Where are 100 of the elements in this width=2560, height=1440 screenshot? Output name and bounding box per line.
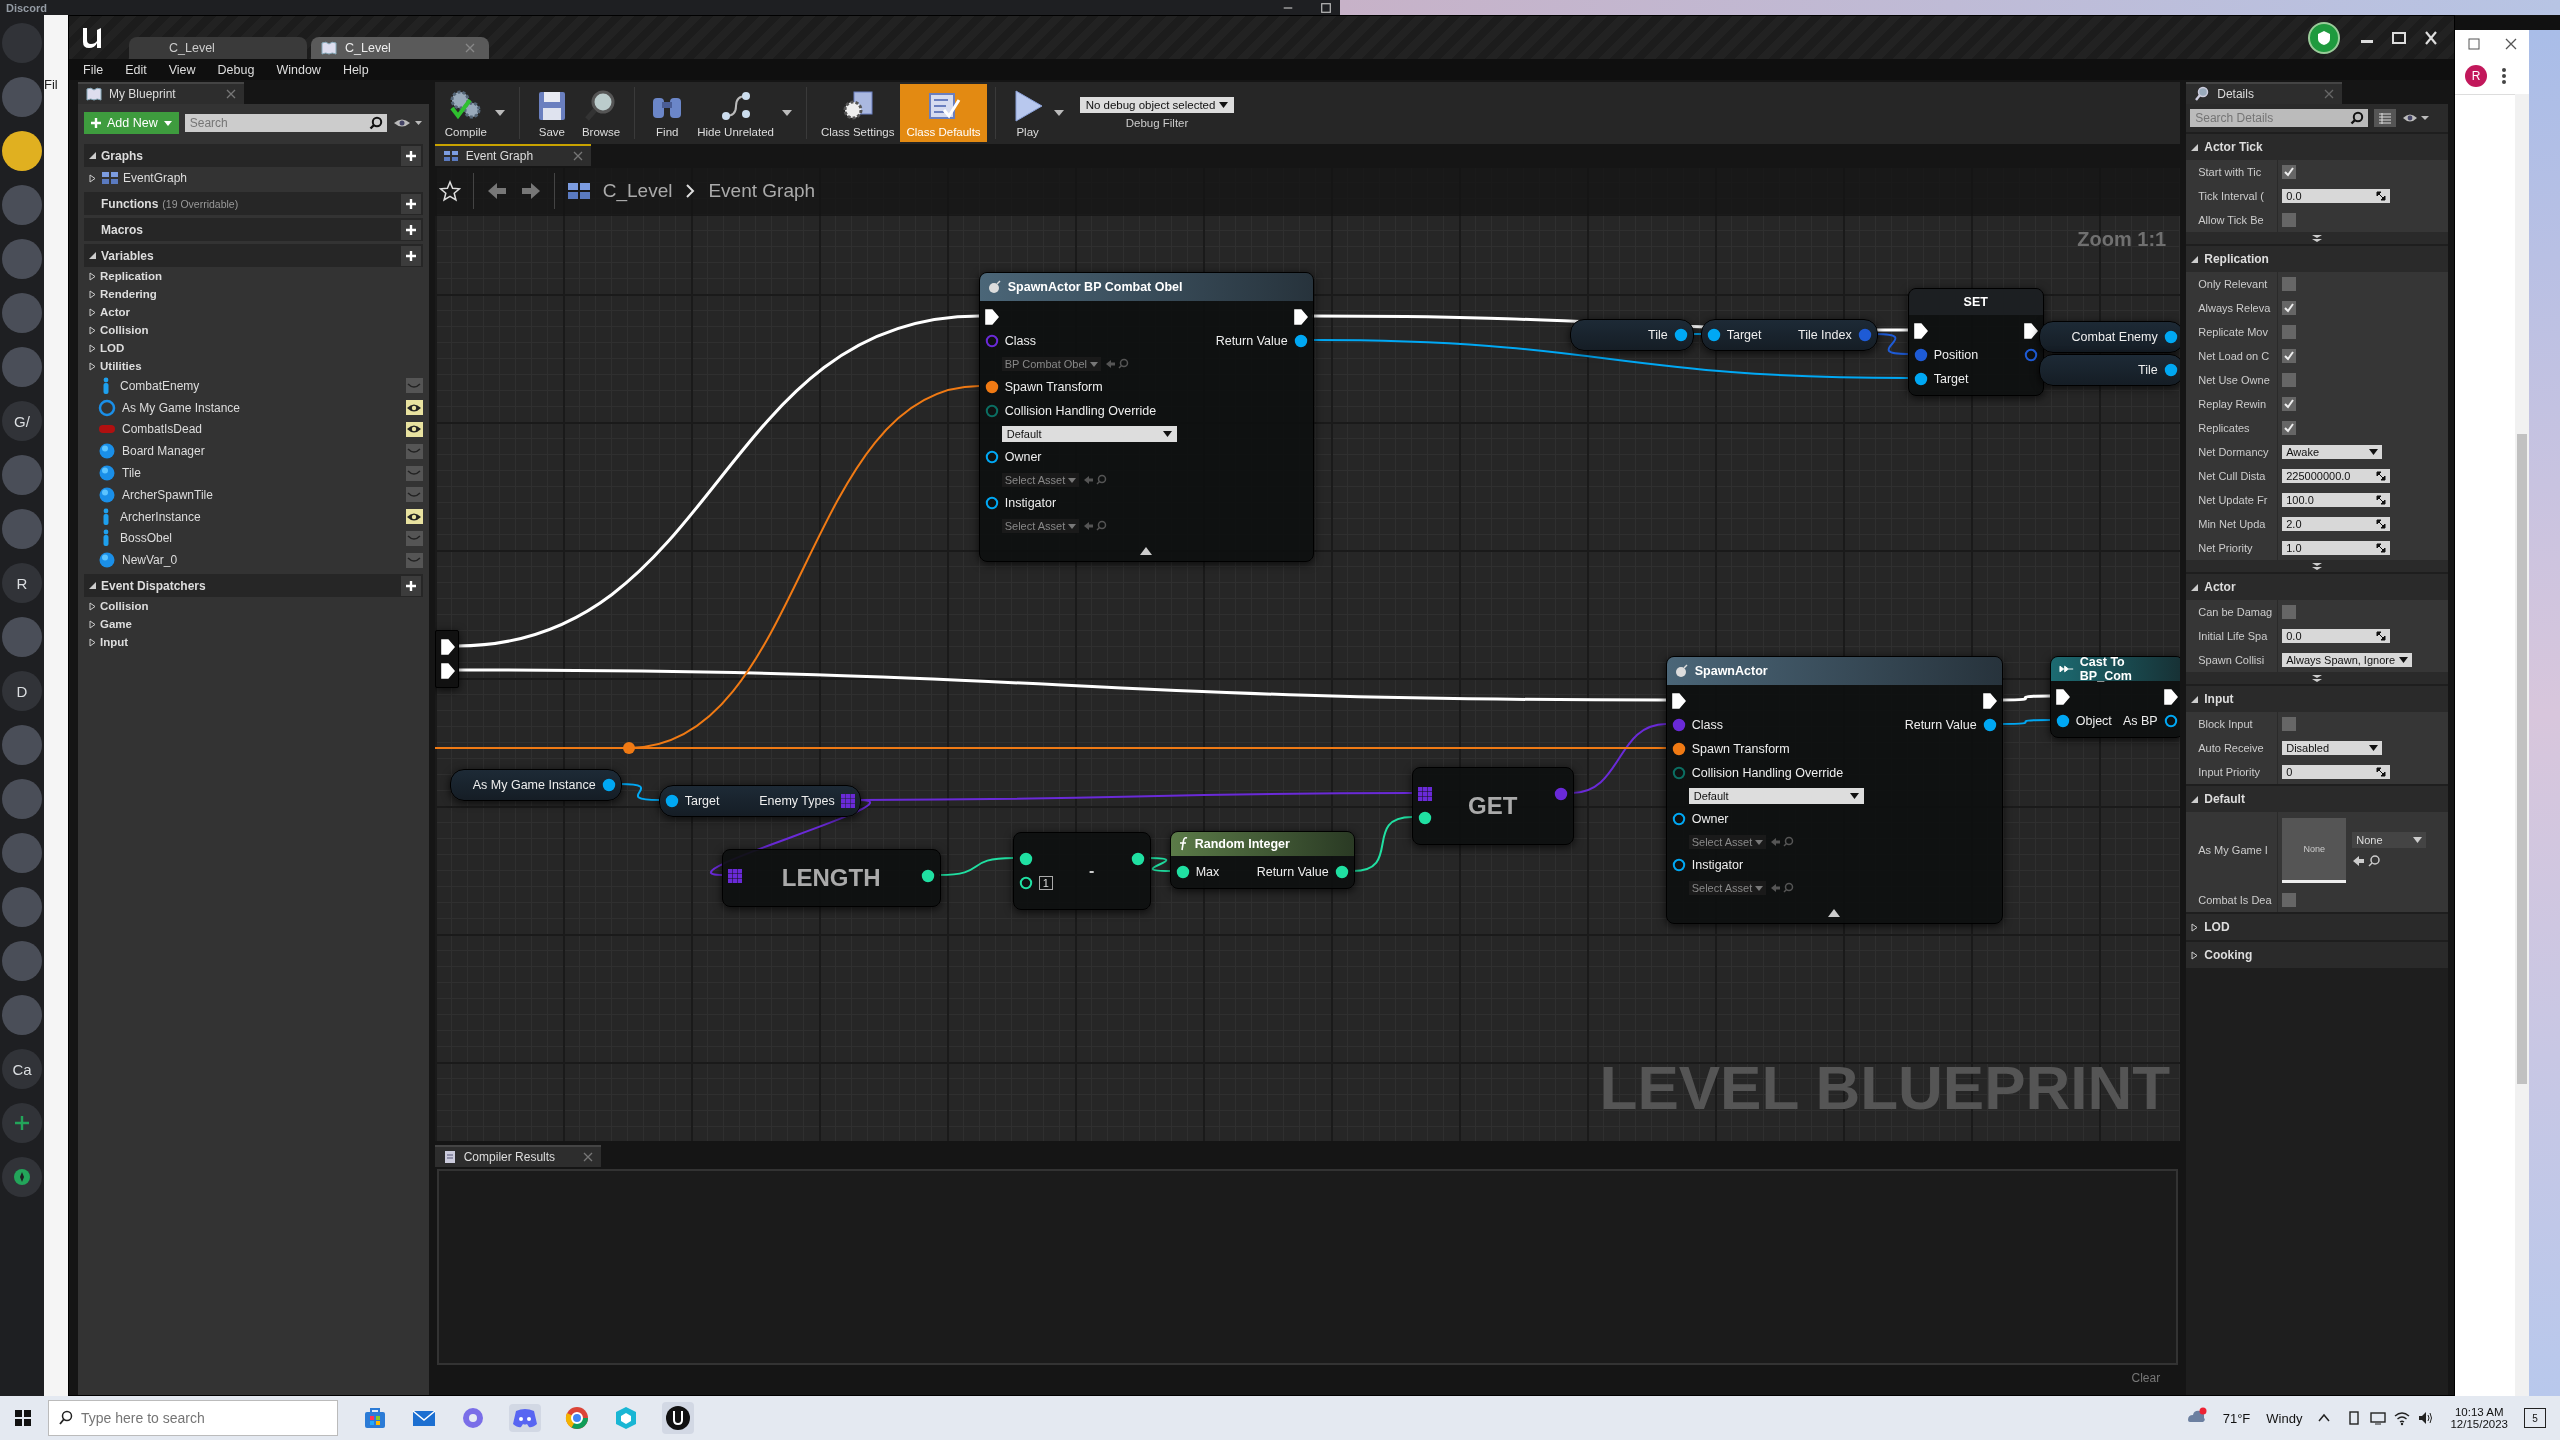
pin-icon[interactable] [1706,328,1721,342]
pin-icon[interactable] [1334,865,1349,879]
pin-icon[interactable] [1293,334,1308,348]
search-field[interactable]: Search Details [2190,109,2369,127]
category-item[interactable]: Actor [84,303,423,321]
pin-icon[interactable] [920,869,935,883]
section-header[interactable]: Replication [2186,246,2448,272]
server-icon[interactable]: Ca [2,1049,42,1089]
pin-icon[interactable] [1913,372,1928,386]
add-icon[interactable] [400,245,421,266]
category-item[interactable]: Rendering [84,285,423,303]
toolbar-button[interactable]: Find [643,84,692,142]
exec-pin-icon[interactable] [984,309,999,325]
close-icon[interactable] [2422,30,2440,45]
category-item[interactable]: Replication [84,267,423,285]
checkbox[interactable] [2282,893,2297,907]
checkbox[interactable] [2282,165,2297,179]
menu-item[interactable]: Debug [217,62,255,77]
pin-icon[interactable] [1417,811,1432,825]
pin-icon[interactable] [1018,876,1033,890]
checkbox[interactable] [2282,213,2297,227]
clear-button[interactable]: Clear [2125,1370,2167,1386]
add-icon[interactable] [400,219,421,240]
pin-icon[interactable] [984,496,999,510]
checkbox[interactable] [2282,277,2297,291]
dropdown[interactable]: Default [1688,788,1864,804]
checkbox[interactable] [2282,301,2297,315]
eye-icon[interactable] [405,422,423,437]
server-icon[interactable] [2,131,42,171]
dropdown[interactable]: Disabled [2282,741,2383,755]
pin-icon[interactable] [2163,363,2178,377]
profile-avatar[interactable]: R [2465,65,2487,87]
menu-item[interactable]: Edit [125,62,147,77]
pin-icon[interactable] [1671,742,1686,756]
section-header[interactable]: Event Dispatchers [84,574,423,598]
checkbox[interactable] [2282,325,2297,339]
asset-picker[interactable]: Select Asset [1001,519,1080,533]
number-field[interactable]: 225000000.0 [2282,469,2391,483]
checkbox[interactable] [2282,717,2297,731]
pin-icon[interactable] [1671,858,1686,872]
store-icon[interactable] [362,1405,388,1431]
exec-pin-icon[interactable] [2163,689,2178,705]
exec-pin-icon[interactable] [440,663,455,679]
number-field[interactable]: 100.0 [2282,493,2391,507]
pin-icon[interactable] [664,794,679,808]
pin-icon[interactable] [2055,714,2070,728]
exec-pin-icon[interactable] [2055,689,2070,705]
compass-icon[interactable] [2,1157,42,1197]
section-header[interactable]: Actor [2186,574,2448,600]
exec-pin-icon[interactable] [1293,309,1308,325]
number-field[interactable]: 0.0 [2282,629,2391,643]
variable-item[interactable]: Board Manager [84,440,423,463]
checkbox[interactable] [2282,373,2297,387]
checkbox[interactable] [2282,605,2297,619]
category-item[interactable]: LOD [84,339,423,357]
breadcrumb-link[interactable]: C_Level [602,180,673,202]
forward-arrow-icon[interactable] [519,180,542,202]
section-header[interactable]: Graphs [84,144,423,167]
section-header[interactable]: Functions (19 Overridable) [84,192,423,215]
pin-icon[interactable] [1018,852,1033,866]
shield-icon[interactable] [2308,21,2340,54]
panel-tab[interactable]: Compiler Results [434,1145,601,1167]
graph-tab[interactable]: Event Graph [434,144,591,166]
search-field[interactable]: Type here to search [48,1400,338,1436]
dropdown[interactable]: Always Spawn, Ignore [2282,653,2413,667]
variable-item[interactable]: BossObel [84,527,423,550]
reroute-knot[interactable] [622,742,635,754]
add-server-icon[interactable] [2,1103,42,1143]
toolbar-button[interactable]: Save [527,84,576,142]
array-pin-icon[interactable] [1417,787,1432,801]
pin-icon[interactable] [1673,328,1688,342]
toolbar-button[interactable]: Class Settings [814,84,901,142]
chat-app-icon[interactable] [509,1404,541,1432]
exec-pin-icon[interactable] [1982,693,1997,709]
add-icon[interactable] [400,193,421,214]
asset-picker[interactable]: Select Asset [1001,473,1080,487]
eye-icon[interactable] [405,509,423,525]
browser-icon[interactable] [564,1405,590,1431]
scrollbar[interactable] [2515,94,2529,1396]
more-options-icon[interactable] [2501,67,2507,85]
toolbar-button[interactable]: Play [1003,84,1052,142]
toolbar-button[interactable]: Hide Unrelated [691,84,780,142]
number-field[interactable]: 0.0 [2282,189,2391,203]
checkbox[interactable] [2282,421,2297,435]
pin-icon[interactable] [2163,714,2178,728]
number-field[interactable]: 1.0 [2282,541,2391,555]
debug-object-dropdown[interactable]: No debug object selected [1079,97,1235,113]
section-header[interactable]: Default [2186,786,2448,812]
collapse-arrow-icon[interactable] [1828,909,1841,917]
restore-icon[interactable] [2390,30,2408,45]
toolbar-button[interactable]: Browse [575,84,627,142]
variable-item[interactable]: ArcherInstance [84,505,423,528]
menu-item[interactable]: File [83,62,104,77]
section-header[interactable]: Cooking [2186,942,2448,968]
add-icon[interactable] [400,575,421,596]
number-field[interactable]: 1 [1038,876,1053,890]
asset-picker[interactable]: Select Asset [1688,881,1767,895]
exec-pin-icon[interactable] [1913,323,1928,339]
star-icon[interactable] [438,180,461,202]
category-item[interactable]: Utilities [84,357,423,375]
